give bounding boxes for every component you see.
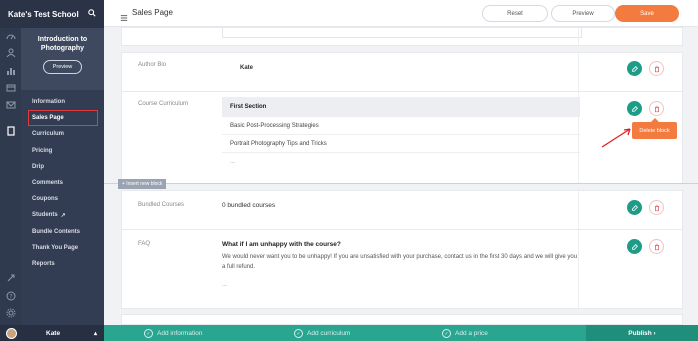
more-row: ... xyxy=(230,159,236,165)
course-preview-button[interactable]: Preview xyxy=(43,60,82,74)
divider xyxy=(578,191,579,229)
delete-block-button[interactable] xyxy=(649,200,664,215)
sidebar-item-drip[interactable]: Drip xyxy=(21,159,104,175)
publish-button[interactable]: Publish › xyxy=(586,325,698,341)
page-header: Sales Page Reset Preview Save xyxy=(104,0,698,27)
settings-icon[interactable] xyxy=(5,307,16,318)
svg-text:?: ? xyxy=(9,293,12,300)
avatar xyxy=(6,327,17,339)
sales-icon[interactable] xyxy=(5,82,16,93)
faq-more: ... xyxy=(222,282,228,288)
help-icon[interactable]: ? xyxy=(5,290,16,301)
sidebar-nav: Information Sales Page Curriculum Pricin… xyxy=(21,94,104,272)
sidebar-item-label: Students xyxy=(32,212,58,219)
check-icon: ✓ xyxy=(294,329,303,338)
delete-block-tooltip: Delete block xyxy=(632,118,677,139)
block-bundled-courses[interactable]: Bundled Courses 0 bundled courses xyxy=(121,190,683,230)
block-course-curriculum[interactable]: Course Curriculum First Section Basic Po… xyxy=(121,91,683,184)
check-icon: ✓ xyxy=(442,329,451,338)
delete-block-button[interactable] xyxy=(649,101,664,116)
divider xyxy=(578,92,579,183)
course-title: Introduction to Photography xyxy=(37,36,88,52)
partial-block xyxy=(121,314,683,325)
user-name: Kate xyxy=(46,329,61,337)
icon-rail: ? xyxy=(0,0,21,341)
author-name: Kate xyxy=(240,65,254,71)
dashboard-icon[interactable] xyxy=(5,31,16,42)
step-label: Add curriculum xyxy=(307,330,351,337)
step-add-information[interactable]: ✓ Add information xyxy=(144,329,203,338)
reset-button[interactable]: Reset xyxy=(482,5,548,22)
step-add-price[interactable]: ✓ Add a price xyxy=(442,329,488,338)
menu-icon[interactable] xyxy=(120,9,128,27)
mail-icon[interactable] xyxy=(5,99,16,110)
section-row: First Section xyxy=(222,97,580,117)
rocket-icon[interactable] xyxy=(5,272,16,283)
edit-block-button[interactable] xyxy=(627,200,642,215)
step-label: Add a price xyxy=(455,330,488,337)
school-name: Kate's Test School xyxy=(8,9,79,19)
block-label: Course Curriculum xyxy=(138,101,189,107)
sidebar-item-students[interactable]: Students ↗ xyxy=(21,207,104,223)
search-icon[interactable] xyxy=(88,9,96,19)
analytics-icon[interactable] xyxy=(5,65,16,76)
external-link-icon: ↗ xyxy=(60,212,66,219)
divider xyxy=(578,230,579,308)
faq-question: What if I am unhappy with the course? xyxy=(222,241,341,248)
insert-divider xyxy=(104,183,698,184)
sidebar-item-pricing[interactable]: Pricing xyxy=(21,143,104,159)
course-card: Introduction to Photography Preview xyxy=(21,28,104,90)
delete-block-button[interactable] xyxy=(649,61,664,76)
annotation-arrow-icon xyxy=(601,128,631,148)
lecture-row: Basic Post-Processing Strategies xyxy=(222,117,580,135)
partial-block xyxy=(121,27,683,46)
school-name-bar: Kate's Test School xyxy=(0,0,104,28)
sidebar-item-thank-you-page[interactable]: Thank You Page xyxy=(21,240,104,256)
sidebar-item-bundle-contents[interactable]: Bundle Contents xyxy=(21,224,104,240)
sidebar-item-sales-page[interactable]: Sales Page xyxy=(28,110,98,127)
delete-block-button[interactable] xyxy=(649,239,664,254)
block-faq[interactable]: FAQ What if I am unhappy with the course… xyxy=(121,229,683,309)
block-label: FAQ xyxy=(138,241,151,247)
insert-block-button[interactable]: + Insert new block xyxy=(118,179,167,189)
sidebar-item-coupons[interactable]: Coupons xyxy=(21,191,104,207)
step-label: Add information xyxy=(157,330,203,337)
curriculum-list: First Section Basic Post-Processing Stra… xyxy=(222,97,580,171)
edit-block-button[interactable] xyxy=(627,61,642,76)
block-label: Author Bio xyxy=(138,62,167,68)
faq-answer: We would never want you to be unhappy! I… xyxy=(222,254,578,270)
step-add-curriculum[interactable]: ✓ Add curriculum xyxy=(294,329,350,338)
sidebar-item-reports[interactable]: Reports xyxy=(21,256,104,272)
bundled-courses-count: 0 bundled courses xyxy=(222,202,276,209)
users-icon[interactable] xyxy=(5,47,16,58)
divider xyxy=(578,28,579,45)
course-sidebar: Introduction to Photography Preview Info… xyxy=(0,0,104,341)
preview-button[interactable]: Preview xyxy=(551,5,615,22)
user-bar[interactable]: Kate ▴ xyxy=(0,325,104,341)
publish-progress-bar: ✓ Add information ✓ Add curriculum ✓ Add… xyxy=(104,325,698,341)
save-button[interactable]: Save xyxy=(615,5,679,22)
courses-icon[interactable] xyxy=(5,125,16,136)
page-title: Sales Page xyxy=(132,8,173,17)
chevron-up-icon: ▴ xyxy=(93,330,97,337)
sales-page-editor: Author Bio Kate Course Curriculum First … xyxy=(121,27,683,325)
sidebar-item-curriculum[interactable]: Curriculum xyxy=(21,126,104,142)
sidebar-item-comments[interactable]: Comments xyxy=(21,175,104,191)
block-label: Bundled Courses xyxy=(138,202,185,208)
field-box xyxy=(222,28,582,38)
sidebar-item-information[interactable]: Information xyxy=(21,94,104,110)
edit-block-button[interactable] xyxy=(627,239,642,254)
check-icon: ✓ xyxy=(144,329,153,338)
lecture-row: Portrait Photography Tips and Tricks xyxy=(222,135,580,153)
edit-block-button[interactable] xyxy=(627,101,642,116)
